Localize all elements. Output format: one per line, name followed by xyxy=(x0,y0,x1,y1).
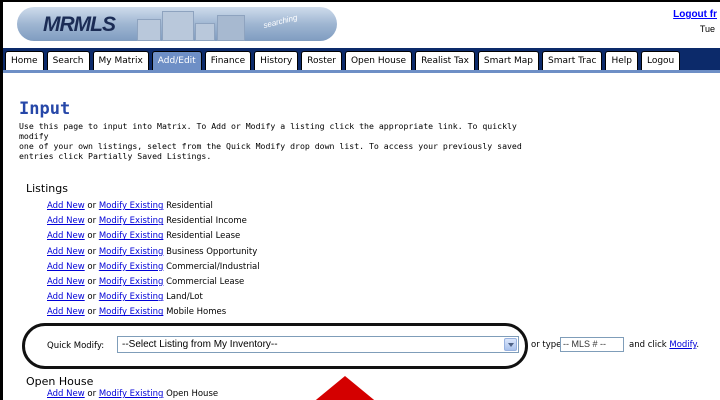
red-arrow-indicator xyxy=(311,376,379,400)
add-new-link[interactable]: Add New xyxy=(47,231,85,241)
or-text: or xyxy=(84,246,99,257)
add-new-link[interactable]: Add New xyxy=(47,389,85,399)
add-new-link[interactable]: Add New xyxy=(47,247,85,257)
quick-modify-select[interactable]: --Select Listing from My Inventory-- xyxy=(117,336,519,353)
or-text: or xyxy=(84,276,99,287)
listing-type: Residential xyxy=(166,201,213,211)
building-graphic xyxy=(217,15,245,41)
tab-history[interactable]: History xyxy=(254,51,299,70)
tab-roster[interactable]: Roster xyxy=(301,51,342,70)
add-new-link[interactable]: Add New xyxy=(47,307,85,317)
modify-existing-link[interactable]: Modify Existing xyxy=(99,389,164,399)
tab-smart-map[interactable]: Smart Map xyxy=(477,51,539,70)
listing-row: Add New or Modify Existing Land/Lot xyxy=(47,290,260,305)
tab-realist-tax[interactable]: Realist Tax xyxy=(415,51,475,70)
intro-line: Use this page to input into Matrix. To A… xyxy=(19,121,517,141)
or-text: or xyxy=(84,231,99,242)
building-graphic xyxy=(162,11,194,41)
modify-existing-link[interactable]: Modify Existing xyxy=(99,262,164,272)
listings-heading: Listings xyxy=(26,182,68,195)
tab-my-matrix[interactable]: My Matrix xyxy=(92,51,149,70)
or-text: or xyxy=(84,389,99,399)
add-new-link[interactable]: Add New xyxy=(47,201,85,211)
listing-row: Add New or Modify Existing Residential I… xyxy=(47,214,260,229)
listing-type: Residential Lease xyxy=(166,231,241,242)
open-house-row: Add New or Modify Existing Open House xyxy=(47,389,218,399)
or-text: or xyxy=(84,292,99,303)
modify-existing-link[interactable]: Modify Existing xyxy=(99,247,164,257)
building-graphic xyxy=(195,23,215,41)
chevron-down-icon[interactable] xyxy=(504,338,517,351)
main-content: Input Use this page to input into Matrix… xyxy=(19,100,709,161)
listing-row: Add New or Modify Existing Residential xyxy=(47,199,260,214)
or-text: or xyxy=(84,307,99,318)
listing-type: Business Opportunity xyxy=(166,246,258,257)
building-graphic xyxy=(137,19,161,41)
modify-existing-link[interactable]: Modify Existing xyxy=(99,201,164,211)
modify-link[interactable]: Modify xyxy=(669,340,696,350)
tab-home[interactable]: Home xyxy=(5,51,44,70)
period: . xyxy=(696,340,700,350)
main-nav: Home Search My Matrix Add/Edit Finance Histor… xyxy=(3,48,720,70)
tab-open-house[interactable]: Open House xyxy=(344,51,413,70)
tab-finance[interactable]: Finance xyxy=(204,51,252,70)
add-new-link[interactable]: Add New xyxy=(47,277,85,287)
header: MRMLS searching Logout fr Tue xyxy=(3,2,720,46)
and-click-text: and click Modify. xyxy=(629,340,699,350)
add-new-link[interactable]: Add New xyxy=(47,262,85,272)
modify-existing-link[interactable]: Modify Existing xyxy=(99,216,164,226)
listing-type: Mobile Homes xyxy=(166,307,227,318)
tab-logou[interactable]: Logou xyxy=(640,51,681,70)
intro-line: entries click Partially Saved Listings. xyxy=(19,151,212,161)
mls-number-input[interactable]: -- MLS # -- xyxy=(560,337,624,352)
listing-row: Add New or Modify Existing Commercial/In… xyxy=(47,260,260,275)
app-window: MRMLS searching Logout fr Tue Home Search… xyxy=(0,0,720,400)
or-type-text: or type xyxy=(531,340,562,350)
intro-line: one of your own listings, select from th… xyxy=(19,141,522,151)
date-text: Tue xyxy=(699,24,715,34)
or-text: or xyxy=(84,216,99,227)
logo: MRMLS xyxy=(43,13,116,36)
listings-list: Add New or Modify Existing Residential Ad… xyxy=(47,199,260,321)
select-value: --Select Listing from My Inventory-- xyxy=(122,339,278,350)
logout-link[interactable]: Logout fr xyxy=(673,9,717,20)
tab-help[interactable]: Help xyxy=(605,51,638,70)
tab-add-edit[interactable]: Add/Edit xyxy=(151,51,202,70)
listing-row: Add New or Modify Existing Commercial Le… xyxy=(47,275,260,290)
modify-existing-link[interactable]: Modify Existing xyxy=(99,231,164,241)
and-click-label: and click xyxy=(629,340,667,350)
quick-modify-label: Quick Modify: xyxy=(47,341,105,351)
page-title: Input xyxy=(19,99,71,119)
open-house-heading: Open House xyxy=(26,375,94,388)
tab-smart-trac[interactable]: Smart Trac xyxy=(542,51,603,70)
listing-type: Land/Lot xyxy=(166,292,203,303)
nav-underline xyxy=(3,70,720,73)
listing-type: Commercial/Industrial xyxy=(166,261,260,272)
logo-banner: MRMLS searching xyxy=(17,7,337,41)
listing-row: Add New or Modify Existing Residential L… xyxy=(47,229,260,244)
modify-existing-link[interactable]: Modify Existing xyxy=(99,277,164,287)
tab-search[interactable]: Search xyxy=(46,51,90,70)
modify-existing-link[interactable]: Modify Existing xyxy=(99,307,164,317)
modify-existing-link[interactable]: Modify Existing xyxy=(99,292,164,302)
intro-text: Use this page to input into Matrix. To A… xyxy=(19,121,539,161)
listing-row: Add New or Modify Existing Business Oppo… xyxy=(47,245,260,260)
listing-row: Add New or Modify Existing Mobile Homes xyxy=(47,305,260,320)
listing-type: Open House xyxy=(166,389,219,399)
or-text: or xyxy=(84,261,99,272)
tagline: searching xyxy=(262,12,299,31)
or-text: or xyxy=(84,201,99,211)
listing-type: Residential Income xyxy=(166,216,247,227)
add-new-link[interactable]: Add New xyxy=(47,216,85,226)
listing-type: Commercial Lease xyxy=(166,276,245,287)
add-new-link[interactable]: Add New xyxy=(47,292,85,302)
